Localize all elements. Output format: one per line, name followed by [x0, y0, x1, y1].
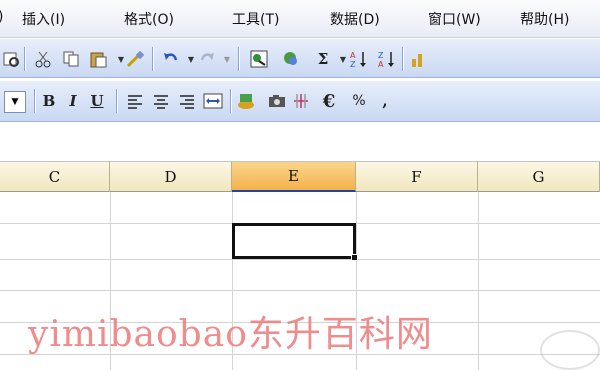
euro-button[interactable]: €: [318, 90, 340, 112]
column-header-c[interactable]: C: [0, 162, 110, 192]
toolbar-separator: [152, 47, 153, 71]
formatting-toolbar: ▼ B I U € % ,: [0, 80, 600, 122]
menu-bar: ) 插入(I) 格式(O) 工具(T) 数据(D) 窗口(W) 帮助(H): [0, 0, 600, 38]
research-icon[interactable]: [280, 48, 302, 70]
svg-text:Z: Z: [378, 51, 384, 60]
toolbar-separator: [24, 47, 25, 71]
italic-button[interactable]: I: [62, 90, 84, 112]
toolbar-separator: [230, 89, 231, 113]
watermark-logo: [540, 330, 600, 370]
paste-icon[interactable]: [88, 48, 110, 70]
align-center-icon[interactable]: [150, 90, 172, 112]
font-size-dropdown-icon[interactable]: ▼: [4, 91, 26, 113]
svg-text:Z: Z: [350, 60, 356, 69]
menu-window[interactable]: 窗口(W): [428, 9, 481, 29]
cut-icon[interactable]: [32, 48, 54, 70]
merge-center-icon[interactable]: [202, 90, 224, 112]
menu-help[interactable]: 帮助(H): [520, 9, 569, 29]
underline-button[interactable]: U: [86, 90, 108, 112]
toolbar-separator: [238, 47, 239, 71]
redo-dropdown-icon: ▼: [223, 54, 231, 64]
undo-icon[interactable]: [160, 48, 182, 70]
hyperlink-icon[interactable]: [248, 48, 270, 70]
watermark-text: yimibaobao东升百科网: [28, 314, 433, 355]
camera-icon[interactable]: [266, 90, 288, 112]
menu-data[interactable]: 数据(D): [330, 9, 380, 29]
fill-handle[interactable]: [351, 254, 358, 261]
autosum-icon[interactable]: Σ: [312, 48, 334, 70]
percent-button[interactable]: %: [348, 90, 370, 112]
toolbar-separator: [34, 89, 35, 113]
svg-text:A: A: [378, 60, 384, 69]
align-left-icon[interactable]: [124, 90, 146, 112]
standard-toolbar: ▼ ▼ ▼ Σ ▼ AZ ZA: [0, 38, 600, 78]
sort-descending-icon[interactable]: ZA: [376, 48, 398, 70]
column-header-row: C D E F G: [0, 162, 600, 192]
menu-format[interactable]: 格式(O): [124, 9, 174, 29]
active-cell[interactable]: [232, 223, 356, 259]
redo-icon: [196, 48, 218, 70]
copy-icon[interactable]: [60, 48, 82, 70]
column-header-d[interactable]: D: [110, 162, 232, 192]
grid-line: [478, 192, 479, 370]
formula-area: [0, 122, 600, 162]
toolbar-separator: [116, 89, 117, 113]
column-header-g[interactable]: G: [478, 162, 600, 192]
grid-line: [0, 290, 600, 291]
grid-line: [0, 259, 600, 260]
bold-button[interactable]: B: [38, 90, 60, 112]
svg-text:A: A: [350, 51, 356, 60]
sort-ascending-icon[interactable]: AZ: [348, 48, 370, 70]
currency-style-icon[interactable]: [236, 90, 258, 112]
preview-icon[interactable]: [0, 48, 22, 70]
chart-icon[interactable]: [408, 48, 430, 70]
comma-button[interactable]: ,: [374, 90, 396, 112]
menu-insert[interactable]: 插入(I): [22, 9, 65, 29]
column-header-e[interactable]: E: [232, 162, 356, 192]
toolbar-separator: [402, 47, 403, 71]
borders-icon[interactable]: [290, 90, 312, 112]
column-header-f[interactable]: F: [356, 162, 478, 192]
menu-tools[interactable]: 工具(T): [232, 9, 279, 29]
format-painter-icon[interactable]: [124, 48, 146, 70]
align-right-icon[interactable]: [176, 90, 198, 112]
menu-edge-fragment: ): [0, 9, 3, 25]
